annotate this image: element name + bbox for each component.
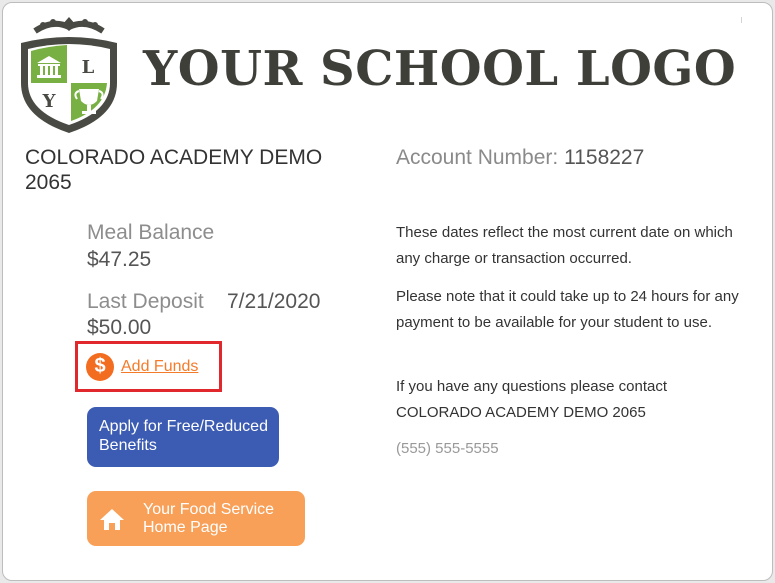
crest-letter-l: L — [82, 57, 95, 78]
last-deposit-date: 7/21/2020 — [227, 290, 321, 313]
school-logo-text: YOUR SCHOOL LOGO — [143, 41, 737, 97]
school-name: COLORADO ACADEMY DEMO 2065 — [25, 146, 323, 194]
apply-free-reduced-button[interactable]: Apply for Free/Reduced Benefits — [87, 407, 279, 467]
account-number-value: 1158227 — [564, 146, 645, 169]
info-payment-delay-text: Please note that it could take up to 24 … — [396, 288, 739, 331]
account-card: L Y YOUR SCHOOL LOGO COLORADO ACADEMY DE… — [2, 2, 773, 581]
add-funds-button[interactable]: $ Add Funds — [75, 341, 222, 392]
crest-letter-y: Y — [42, 91, 57, 112]
account-number-label: Account Number: — [396, 146, 559, 169]
home-button-label: Your Food Service Home Page — [143, 500, 275, 536]
info-dates-text: These dates reflect the most current dat… — [396, 224, 733, 267]
school-crest-logo: L Y — [21, 17, 117, 133]
meal-balance-value: $47.25 — [87, 248, 152, 271]
home-icon — [100, 508, 124, 530]
add-funds-link[interactable]: Add Funds — [121, 358, 198, 376]
meal-balance-label: Meal Balance — [87, 221, 215, 244]
dollar-icon: $ — [86, 352, 114, 381]
food-service-home-button[interactable]: Your Food Service Home Page — [87, 491, 305, 546]
contact-phone: (555) 555-5555 — [396, 440, 499, 457]
last-deposit-label: Last Deposit — [87, 290, 204, 313]
info-contact-text: If you have any questions please contact… — [396, 378, 668, 421]
divider-tick — [741, 17, 742, 23]
last-deposit-value: $50.00 — [87, 316, 152, 339]
apply-button-label: Apply for Free/Reduced Benefits — [99, 418, 268, 454]
account-number: Account Number: 1158227 — [396, 146, 644, 170]
laurel-icon — [33, 17, 105, 34]
